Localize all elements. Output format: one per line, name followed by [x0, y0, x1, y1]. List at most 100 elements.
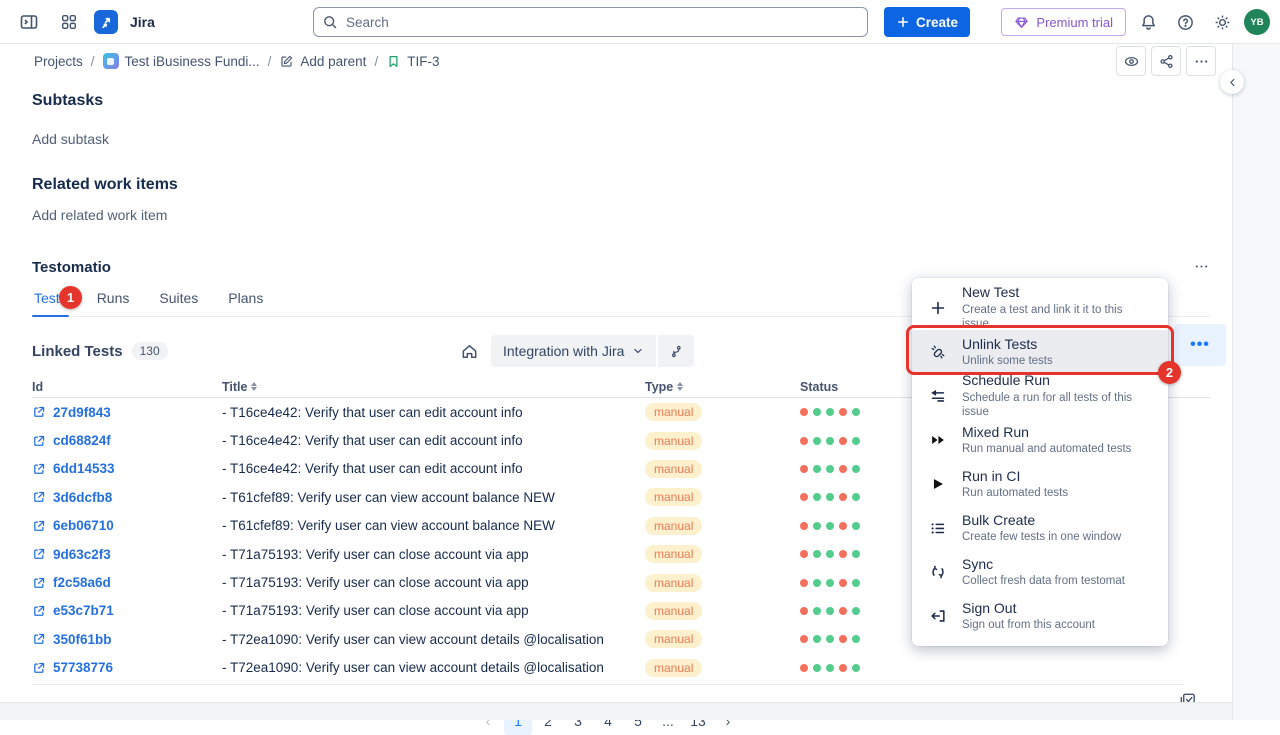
status-dot: [839, 550, 847, 558]
tab-suites[interactable]: Suites: [157, 290, 200, 316]
add-parent-button[interactable]: Add parent: [279, 54, 366, 69]
test-type-cell: manual: [645, 602, 800, 620]
status-dot: [839, 579, 847, 587]
status-dot: [800, 664, 808, 672]
chevron-left-icon: [1227, 77, 1238, 88]
collapse-panel-button[interactable]: [1220, 70, 1244, 94]
jira-logo-icon[interactable]: [94, 10, 118, 34]
home-button[interactable]: [460, 342, 479, 361]
help-button[interactable]: [1170, 7, 1200, 37]
test-id-link[interactable]: 9d63c2f3: [32, 547, 222, 562]
fast-forward-icon: [928, 431, 948, 449]
menu-item-title: Mixed Run: [962, 424, 1131, 442]
test-type-cell: manual: [645, 630, 800, 648]
related-work-items-heading: Related work items: [32, 176, 1210, 194]
add-related-work-item-button[interactable]: Add related work item: [32, 207, 1210, 223]
external-link-icon: [32, 462, 46, 476]
status-dot: [813, 437, 821, 445]
status-dot: [800, 635, 808, 643]
test-id-link[interactable]: 57738776: [32, 660, 222, 675]
search-icon: [322, 14, 338, 30]
notifications-button[interactable]: [1133, 7, 1163, 37]
add-subtask-button[interactable]: Add subtask: [32, 131, 1210, 147]
sort-icon[interactable]: [677, 382, 683, 391]
menu-item-unlink-tests[interactable]: Unlink Tests Unlink some tests: [912, 330, 1168, 374]
test-title: - T71a75193: Verify user can close accou…: [222, 603, 645, 618]
settings-button[interactable]: [1207, 7, 1237, 37]
more-actions-button[interactable]: [1186, 46, 1216, 76]
breadcrumb-project[interactable]: Test iBusiness Fundi...: [103, 53, 260, 69]
panel-toggle-icon: [19, 12, 39, 32]
status-dot: [826, 579, 834, 587]
external-link-icon: [32, 434, 46, 448]
status-dot: [826, 408, 834, 416]
test-id-link[interactable]: e53c7b71: [32, 603, 222, 618]
search-input[interactable]: [313, 7, 868, 37]
menu-item-subtitle: Run manual and automated tests: [962, 442, 1131, 456]
premium-trial-button[interactable]: Premium trial: [1001, 8, 1126, 36]
test-id-link[interactable]: 27d9f843: [32, 405, 222, 420]
share-button[interactable]: [1151, 46, 1181, 76]
status-dot: [813, 522, 821, 530]
test-type-cell: manual: [645, 432, 800, 450]
menu-item-sync[interactable]: Sync Collect fresh data from testomat: [912, 550, 1168, 594]
project-selector: Integration with Jira: [491, 335, 694, 367]
breadcrumb-projects[interactable]: Projects: [34, 54, 83, 69]
test-id-link[interactable]: cd68824f: [32, 433, 222, 448]
linked-tests-count-badge: 130: [132, 342, 168, 360]
tab-runs[interactable]: Runs: [95, 290, 132, 316]
linked-tests-more-button[interactable]: •••: [1174, 324, 1226, 366]
status-dot: [826, 437, 834, 445]
search-container: [313, 7, 868, 37]
status-dot: [813, 664, 821, 672]
sidebar-toggle-button[interactable]: [14, 7, 44, 37]
breadcrumb-issue-key[interactable]: TIF-3: [386, 54, 439, 69]
create-button[interactable]: Create: [884, 7, 970, 37]
app-switcher-button[interactable]: [54, 7, 84, 37]
test-id-link[interactable]: 6eb06710: [32, 518, 222, 533]
project-avatar-icon: [103, 53, 119, 69]
test-type-badge: manual: [645, 602, 702, 620]
test-id-link[interactable]: 350f61bb: [32, 632, 222, 647]
sort-icon[interactable]: [251, 382, 257, 391]
test-status-dots: [800, 664, 1210, 672]
project-selector-dropdown[interactable]: Integration with Jira: [491, 335, 656, 367]
status-dot: [839, 493, 847, 501]
test-type-badge: manual: [645, 574, 702, 592]
status-dot: [826, 493, 834, 501]
user-avatar[interactable]: YB: [1244, 9, 1270, 35]
right-rail: [1232, 44, 1280, 720]
gear-icon: [1213, 13, 1232, 32]
menu-item-title: Sync: [962, 556, 1125, 574]
home-icon: [460, 342, 479, 361]
test-type-cell: manual: [645, 403, 800, 421]
menu-item-schedule-run[interactable]: Schedule Run Schedule a run for all test…: [912, 374, 1168, 418]
status-dot: [826, 607, 834, 615]
breadcrumb-project-label: Test iBusiness Fundi...: [125, 54, 260, 69]
menu-item-run-in-ci[interactable]: Run in CI Run automated tests: [912, 462, 1168, 506]
test-id-link[interactable]: 6dd14533: [32, 461, 222, 476]
menu-item-bulk-create[interactable]: Bulk Create Create few tests in one wind…: [912, 506, 1168, 550]
table-row-t72ea1090-verify-user-can-view-account-details-localisation: 57738776 - T72ea1090: Verify user can vi…: [32, 654, 1210, 682]
status-dot: [852, 664, 860, 672]
status-dot: [813, 607, 821, 615]
menu-item-sign-out[interactable]: Sign Out Sign out from this account: [912, 594, 1168, 638]
test-id-link[interactable]: 3d6dcfb8: [32, 490, 222, 505]
menu-item-mixed-run[interactable]: Mixed Run Run manual and automated tests: [912, 418, 1168, 462]
ellipsis-icon: [1193, 258, 1210, 275]
test-id-link[interactable]: f2c58a6d: [32, 575, 222, 590]
status-dot: [839, 522, 847, 530]
status-dot: [826, 635, 834, 643]
branch-button[interactable]: [658, 335, 694, 367]
watch-button[interactable]: [1116, 46, 1146, 76]
menu-item-new-test[interactable]: New Test Create a test and link it it to…: [912, 286, 1168, 330]
tab-plans[interactable]: Plans: [226, 290, 265, 316]
status-dot: [800, 522, 808, 530]
test-type-badge: manual: [645, 545, 702, 563]
testomatio-more-button[interactable]: [1193, 258, 1210, 275]
status-dot: [800, 579, 808, 587]
menu-item-subtitle: Create few tests in one window: [962, 530, 1121, 544]
schedule-icon: [928, 387, 948, 405]
bookmark-icon: [386, 54, 401, 69]
test-title: - T16ce4e42: Verify that user can edit a…: [222, 433, 645, 448]
